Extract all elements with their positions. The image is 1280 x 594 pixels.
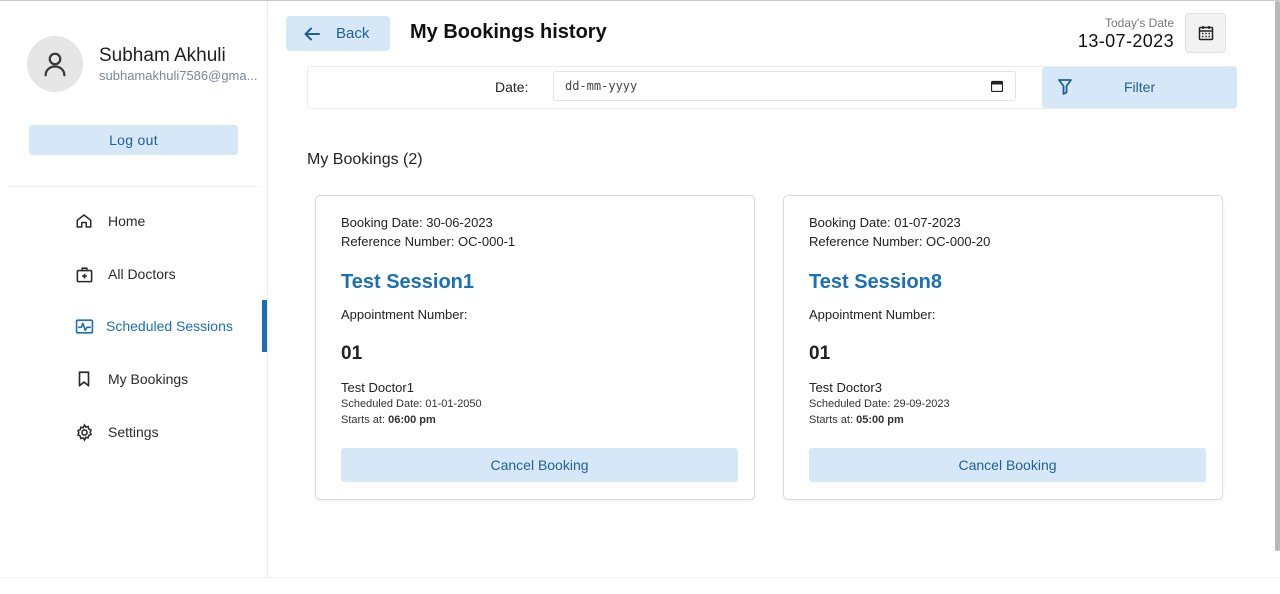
doctor-name: Test Doctor3	[809, 380, 882, 395]
bookings-section-title: My Bookings (2)	[307, 151, 423, 168]
start-time: Starts at: 06:00 pm	[341, 414, 436, 426]
booking-card: Booking Date: 01-07-2023 Reference Numbe…	[783, 195, 1223, 500]
back-button[interactable]: Back	[286, 16, 390, 51]
sidebar-item-home[interactable]: Home	[0, 201, 268, 241]
sidebar: Subham Akhuli subhamakhuli7586@gma... Lo…	[0, 1, 268, 577]
user-icon	[44, 52, 66, 77]
cancel-booking-button[interactable]: Cancel Booking	[341, 448, 738, 482]
cancel-booking-button[interactable]: Cancel Booking	[809, 448, 1206, 482]
bottom-edge	[0, 577, 1280, 594]
sidebar-item-my-bookings[interactable]: My Bookings	[0, 359, 268, 399]
booking-date: Booking Date: 01-07-2023	[809, 215, 961, 230]
start-time: Starts at: 05:00 pm	[809, 414, 904, 426]
user-profile: Subham Akhuli subhamakhuli7586@gma...	[27, 36, 259, 92]
back-button-label: Back	[336, 25, 370, 42]
reference-number: Reference Number: OC-000-20	[809, 234, 991, 249]
calendar-button[interactable]	[1185, 13, 1226, 53]
session-title: Test Session8	[809, 271, 943, 293]
user-name: Subham Akhuli	[99, 45, 226, 66]
active-indicator	[262, 300, 267, 352]
doctor-name: Test Doctor1	[341, 380, 414, 395]
logout-button[interactable]: Log out	[29, 125, 238, 155]
gear-icon	[74, 422, 94, 442]
sidebar-item-label: Scheduled Sessions	[106, 318, 233, 334]
scheduled-date: Scheduled Date: 29-09-2023	[809, 398, 950, 410]
sidebar-item-label: All Doctors	[108, 266, 176, 282]
start-time-label: Starts at:	[341, 414, 389, 426]
appointment-number-label: Appointment Number:	[809, 307, 936, 322]
booking-date: Booking Date: 30-06-2023	[341, 215, 493, 230]
scrollbar[interactable]	[1275, 1, 1280, 551]
today-date-label: Today's Date	[1105, 16, 1174, 30]
sidebar-item-all-doctors[interactable]: All Doctors	[0, 254, 268, 294]
calendar-icon[interactable]	[991, 80, 1003, 92]
start-time-value: 06:00 pm	[388, 414, 436, 426]
page-title: My Bookings history	[410, 21, 607, 43]
reference-number: Reference Number: OC-000-1	[341, 234, 516, 249]
booking-card: Booking Date: 30-06-2023 Reference Numbe…	[315, 195, 755, 500]
start-time-label: Starts at:	[809, 414, 857, 426]
date-filter-input[interactable]: dd-mm-yyyy	[553, 71, 1016, 101]
sidebar-item-label: Settings	[108, 424, 159, 440]
sidebar-item-label: Home	[108, 213, 146, 229]
pulse-icon	[74, 316, 94, 336]
user-email: subhamakhuli7586@gma...	[99, 68, 258, 83]
appointment-number: 01	[809, 343, 831, 364]
session-title: Test Session1	[341, 271, 475, 293]
date-filter-label: Date:	[495, 79, 529, 95]
date-input-placeholder: dd-mm-yyyy	[565, 79, 638, 93]
filter-button-label: Filter	[1124, 79, 1156, 95]
medical-kit-icon	[74, 264, 94, 284]
today-date-value: 13-07-2023	[1077, 31, 1174, 51]
sidebar-item-scheduled-sessions[interactable]: Scheduled Sessions	[0, 306, 268, 346]
appointment-number-label: Appointment Number:	[341, 307, 468, 322]
arrow-left-icon	[304, 27, 320, 40]
sidebar-divider	[8, 186, 260, 187]
scheduled-date: Scheduled Date: 01-01-2050	[341, 398, 482, 410]
calendar-icon	[1198, 26, 1213, 41]
sidebar-item-settings[interactable]: Settings	[0, 412, 268, 452]
avatar	[27, 36, 83, 92]
appointment-number: 01	[341, 343, 363, 364]
filter-icon	[1058, 79, 1072, 95]
start-time-value: 05:00 pm	[856, 414, 904, 426]
home-icon	[74, 211, 94, 231]
filter-button[interactable]: Filter	[1042, 67, 1237, 108]
sidebar-item-label: My Bookings	[108, 371, 189, 387]
bookmark-icon	[74, 369, 94, 389]
